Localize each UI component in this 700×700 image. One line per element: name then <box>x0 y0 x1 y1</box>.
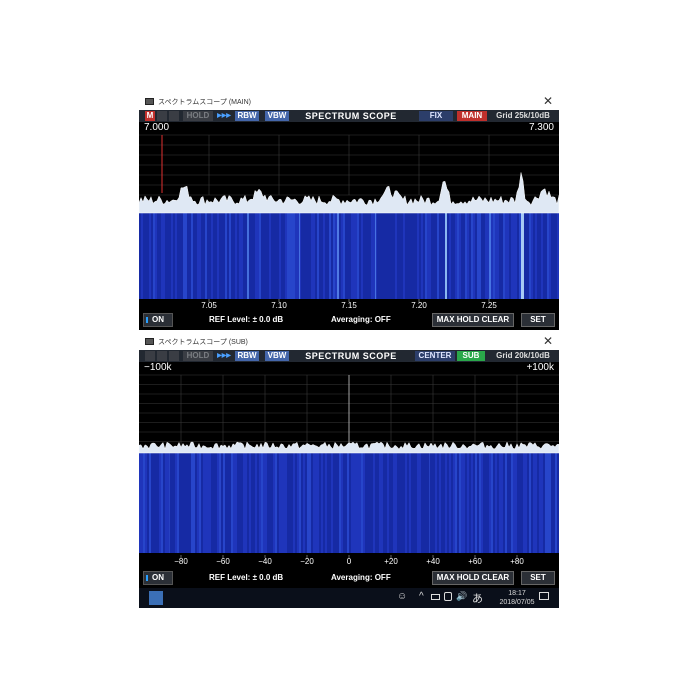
main-spectrum-display[interactable]: 7.05 7.10 7.15 7.20 7.25 <box>139 133 559 310</box>
frequency-tick-label: +60 <box>468 557 482 566</box>
vbw-button[interactable]: VBW <box>265 351 289 361</box>
range-end: +100k <box>526 362 554 373</box>
clock-date: 2018/07/05 <box>499 599 535 606</box>
scope-title: SPECTRUM SCOPE <box>305 111 397 121</box>
on-button[interactable]: ON <box>143 571 173 585</box>
ref-level: REF Level: ± 0.0 dB <box>209 315 284 324</box>
frequency-tick-label: 7.10 <box>271 301 287 310</box>
range-start: −100k <box>144 362 172 373</box>
frequency-tick-label: 7.15 <box>341 301 357 310</box>
main-title-bar: スペクトラムスコープ (MAIN) ✕ <box>139 93 559 110</box>
app-icon <box>145 98 154 105</box>
range-start: 7.000 <box>144 122 170 133</box>
frequency-tick-label: 0 <box>347 557 352 566</box>
frequency-tick-label: −80 <box>174 557 188 566</box>
notification-icon[interactable] <box>539 592 549 600</box>
frequency-tick-label: 7.25 <box>481 301 497 310</box>
sub-range-row: −100k +100k <box>139 362 559 373</box>
vbw-button[interactable]: VBW <box>265 111 289 121</box>
frequency-tick-label: +40 <box>426 557 440 566</box>
sub-spectrum-display[interactable]: −80 −60 −40 −20 0 +20 +40 +60 +80 <box>139 373 559 568</box>
speed-arrows[interactable]: ▶▶▶ <box>215 351 233 361</box>
ime-indicator[interactable]: あ <box>472 590 483 606</box>
main-window-title: スペクトラムスコープ (MAIN) <box>158 99 251 106</box>
hold-button[interactable]: HOLD <box>183 111 213 121</box>
frequency-tick-label: +80 <box>510 557 524 566</box>
marker-button[interactable] <box>145 351 155 361</box>
speed-arrows[interactable]: ▶▶▶ <box>215 111 233 121</box>
main-toolbar: M HOLD ▶▶▶ RBW VBW SPECTRUM SCOPE FIX MA… <box>139 110 559 122</box>
close-icon[interactable]: ✕ <box>543 94 553 108</box>
sub-title-bar: スペクトラムスコープ (SUB) ✕ <box>139 333 559 350</box>
frequency-tick-label: −20 <box>300 557 314 566</box>
range-end: 7.300 <box>528 122 554 133</box>
receiver-label[interactable]: SUB <box>457 351 485 361</box>
receiver-label[interactable]: MAIN <box>457 111 487 121</box>
scope-title: SPECTRUM SCOPE <box>305 351 397 361</box>
volume-icon[interactable]: 🔊 <box>456 591 467 602</box>
network-icon[interactable] <box>444 592 452 601</box>
mode-label[interactable]: CENTER <box>415 351 455 361</box>
max-hold-clear-button[interactable]: MAX HOLD CLEAR <box>432 571 514 585</box>
chevron-up-icon[interactable]: ^ <box>419 591 424 602</box>
person-icon[interactable]: ☺ <box>397 591 407 602</box>
sub-toolbar: HOLD ▶▶▶ RBW VBW SPECTRUM SCOPE CENTER S… <box>139 350 559 362</box>
battery-icon[interactable] <box>431 594 440 600</box>
max-hold-clear-button[interactable]: MAX HOLD CLEAR <box>432 313 514 327</box>
sub-scope-window: スペクトラムスコープ (SUB) ✕ HOLD ▶▶▶ RBW VBW SPEC… <box>139 333 559 588</box>
main-scope-window: スペクトラムスコープ (MAIN) ✕ M HOLD ▶▶▶ RBW VBW S… <box>139 93 559 330</box>
clock[interactable]: 18:17 2018/07/05 <box>497 589 537 607</box>
frequency-tick-label: 7.05 <box>201 301 217 310</box>
on-button[interactable]: ON <box>143 313 173 327</box>
grid-label: Grid 25k/10dB <box>496 111 550 120</box>
sub-window-title: スペクトラムスコープ (SUB) <box>158 339 248 346</box>
marker-button[interactable]: M <box>145 111 155 121</box>
frequency-tick-label: 7.20 <box>411 301 427 310</box>
toolbar-button-2[interactable] <box>157 351 167 361</box>
taskbar: ☺ ^ 🔊 あ 18:17 2018/07/05 <box>139 588 559 608</box>
mode-label[interactable]: FIX <box>419 111 453 121</box>
app-icon <box>145 338 154 345</box>
averaging: Averaging: OFF <box>331 573 391 582</box>
frequency-tick-label: −40 <box>258 557 272 566</box>
app-taskbar-icon[interactable] <box>149 591 163 605</box>
toolbar-button-3[interactable] <box>169 111 179 121</box>
toolbar-button-2[interactable] <box>157 111 167 121</box>
frequency-tick-label: −60 <box>216 557 230 566</box>
rbw-button[interactable]: RBW <box>235 111 259 121</box>
main-range-row: 7.000 7.300 <box>139 122 559 133</box>
sub-status-bar: ON REF Level: ± 0.0 dB Averaging: OFF MA… <box>139 568 559 588</box>
set-button[interactable]: SET <box>521 313 555 327</box>
hold-button[interactable]: HOLD <box>183 351 213 361</box>
frequency-tick-label: +20 <box>384 557 398 566</box>
rbw-button[interactable]: RBW <box>235 351 259 361</box>
averaging: Averaging: OFF <box>331 315 391 324</box>
grid-label: Grid 20k/10dB <box>496 351 550 360</box>
clock-time: 18:17 <box>508 590 526 597</box>
set-button[interactable]: SET <box>521 571 555 585</box>
toolbar-button-3[interactable] <box>169 351 179 361</box>
close-icon[interactable]: ✕ <box>543 334 553 348</box>
ref-level: REF Level: ± 0.0 dB <box>209 573 284 582</box>
main-status-bar: ON REF Level: ± 0.0 dB Averaging: OFF MA… <box>139 310 559 330</box>
